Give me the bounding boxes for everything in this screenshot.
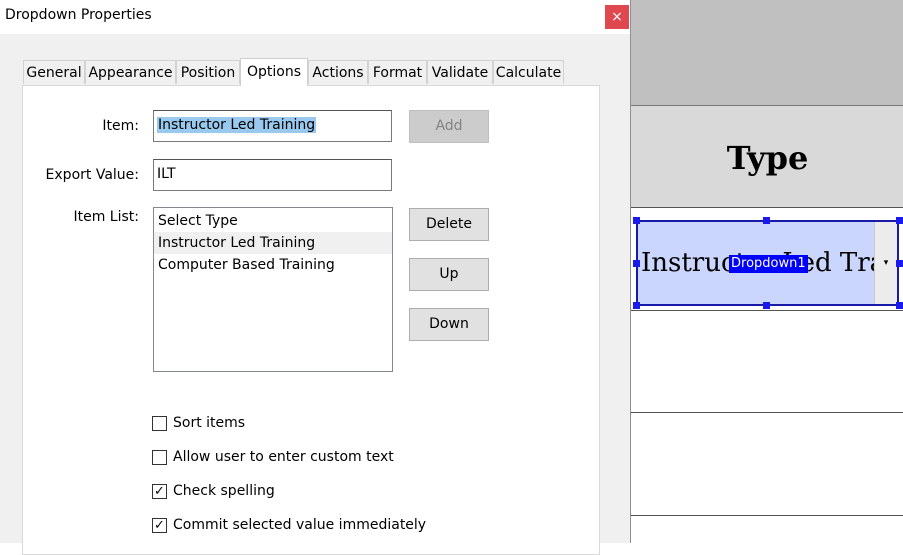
tab-actions[interactable]: Actions — [308, 60, 368, 84]
sort-items-checkbox[interactable] — [152, 416, 167, 431]
item-input[interactable]: Instructor Led Training — [153, 110, 392, 142]
resize-handle[interactable] — [896, 217, 903, 224]
item-list-label: Item List: — [73, 209, 139, 225]
resize-handle[interactable] — [763, 302, 770, 309]
export-value-text: ILT — [157, 166, 176, 182]
allow-custom-text-checkbox[interactable] — [152, 450, 167, 465]
column-header-type: Type — [726, 139, 809, 177]
add-button[interactable]: Add — [409, 110, 489, 143]
dropdown-arrow-icon[interactable]: ▾ — [874, 222, 897, 304]
resize-handle[interactable] — [896, 260, 903, 267]
tab-options[interactable]: Options — [240, 58, 308, 86]
check-spelling-checkbox[interactable]: ✓ — [152, 484, 167, 499]
delete-button[interactable]: Delete — [409, 208, 489, 241]
commit-immediately-checkbox[interactable]: ✓ — [152, 518, 167, 533]
list-item-selected[interactable]: Instructor Led Training — [154, 232, 392, 254]
table-row-divider — [631, 515, 903, 516]
export-value-input[interactable]: ILT — [153, 159, 392, 191]
table-row-divider — [631, 412, 903, 413]
table-header-cell: Type — [631, 106, 903, 208]
item-list[interactable]: Select Type Instructor Led Training Comp… — [153, 207, 393, 372]
down-button[interactable]: Down — [409, 308, 489, 341]
tab-general[interactable]: General — [23, 60, 85, 84]
sort-items-label: Sort items — [173, 415, 246, 431]
resize-handle[interactable] — [763, 217, 770, 224]
list-item[interactable]: Select Type — [154, 210, 392, 232]
tab-format[interactable]: Format — [368, 60, 427, 84]
resize-handle[interactable] — [896, 302, 903, 309]
resize-handle[interactable] — [633, 260, 640, 267]
tab-position[interactable]: Position — [176, 60, 240, 84]
tab-validate[interactable]: Validate — [427, 60, 493, 84]
list-item[interactable]: Computer Based Training — [154, 254, 392, 276]
resize-handle[interactable] — [633, 302, 640, 309]
allow-custom-text-label: Allow user to enter custom text — [173, 449, 394, 465]
dialog-title: Dropdown Properties — [5, 7, 152, 23]
export-value-label: Export Value: — [45, 167, 139, 183]
table-top-cell — [631, 0, 903, 106]
item-label: Item: — [102, 118, 139, 134]
table-row-divider — [631, 310, 903, 311]
document-canvas: Type Instructor Led Training Dropdown1 ▾ — [630, 0, 903, 543]
dropdown-field-name: Dropdown1 — [729, 255, 808, 273]
up-button[interactable]: Up — [409, 258, 489, 291]
dropdown-form-field[interactable]: Instructor Led Training Dropdown1 ▾ — [636, 220, 899, 306]
tab-appearance[interactable]: Appearance — [85, 60, 176, 84]
title-bar: Dropdown Properties × — [0, 0, 630, 34]
dropdown-properties-dialog: Dropdown Properties × General Appearance… — [0, 0, 630, 555]
commit-immediately-label: Commit selected value immediately — [173, 517, 427, 533]
close-button[interactable]: × — [605, 5, 629, 29]
resize-handle[interactable] — [633, 217, 640, 224]
item-input-value: Instructor Led Training — [157, 117, 317, 133]
check-spelling-label: Check spelling — [173, 483, 275, 499]
tab-calculate[interactable]: Calculate — [493, 60, 564, 84]
